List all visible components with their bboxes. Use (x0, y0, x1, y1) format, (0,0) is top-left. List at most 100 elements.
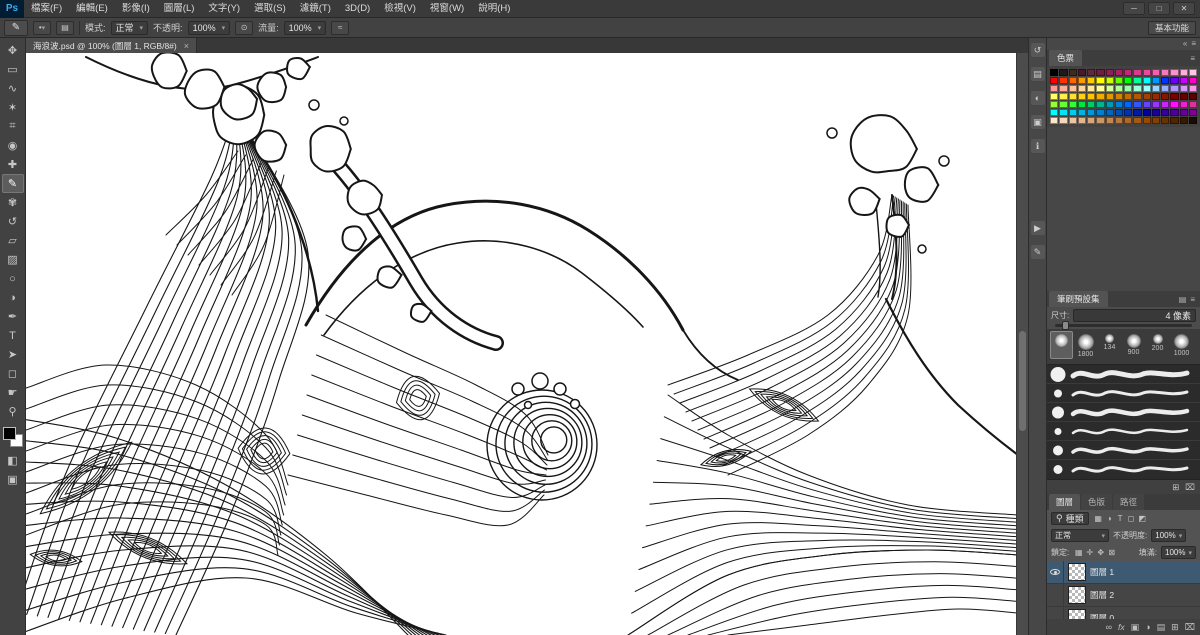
swatch[interactable] (1170, 109, 1178, 116)
swatch[interactable] (1078, 109, 1086, 116)
swatch[interactable] (1050, 69, 1058, 76)
slider-thumb[interactable] (1062, 321, 1069, 330)
swatch[interactable] (1189, 109, 1197, 116)
actions-panel-icon[interactable]: ▶ (1031, 221, 1045, 235)
menu-item[interactable]: 視窗(W) (423, 0, 471, 18)
menu-item[interactable]: 說明(H) (471, 0, 517, 18)
tab-色版[interactable]: 色版 (1081, 494, 1112, 510)
swatch[interactable] (1180, 85, 1188, 92)
swatch[interactable] (1161, 85, 1169, 92)
brush-size-slider[interactable] (1055, 324, 1192, 327)
history-panel-icon[interactable]: ↺ (1031, 43, 1045, 57)
rectangular-marquee-tool[interactable]: ▭ (2, 60, 24, 79)
swatch[interactable] (1124, 69, 1132, 76)
info-panel-icon[interactable]: ℹ (1031, 139, 1045, 153)
swatch[interactable] (1106, 117, 1114, 124)
swatch[interactable] (1124, 93, 1132, 100)
fill-select[interactable]: 100% ▾ (1161, 546, 1196, 559)
swatch[interactable] (1189, 101, 1197, 108)
swatch[interactable] (1161, 101, 1169, 108)
swatch[interactable] (1170, 69, 1178, 76)
swatch[interactable] (1133, 69, 1141, 76)
swatch[interactable] (1069, 77, 1077, 84)
swatch[interactable] (1180, 101, 1188, 108)
brush-preset-item[interactable] (1047, 422, 1200, 441)
swatch[interactable] (1180, 93, 1188, 100)
link-layers-button[interactable]: ∞ (1106, 622, 1112, 632)
swatch[interactable] (1115, 101, 1123, 108)
brush-preset-item[interactable] (1047, 441, 1200, 460)
adjustments-panel-icon[interactable]: ◐ (1031, 91, 1045, 105)
scrollbar-thumb[interactable] (1019, 331, 1026, 431)
swatch[interactable] (1115, 77, 1123, 84)
swatch[interactable] (1189, 77, 1197, 84)
swatch[interactable] (1189, 85, 1197, 92)
brush-preset-item[interactable] (1047, 384, 1200, 403)
swatch[interactable] (1087, 109, 1095, 116)
brush-preset-item[interactable] (1047, 365, 1200, 384)
menu-item[interactable]: 圖層(L) (157, 0, 202, 18)
swatch[interactable] (1059, 93, 1067, 100)
swatch[interactable] (1133, 77, 1141, 84)
properties-panel-icon[interactable]: ▤ (1031, 67, 1045, 81)
blend-mode-select[interactable]: 正常 ▾ (1051, 529, 1109, 542)
tab-brush-presets[interactable]: 筆刷預設集 (1049, 291, 1108, 307)
swatch[interactable] (1170, 77, 1178, 84)
lasso-tool[interactable]: ∿ (2, 79, 24, 98)
shape-layer-filter-icon[interactable]: ◻ (1126, 514, 1137, 523)
layer-thumbnail[interactable] (1068, 586, 1086, 604)
swatch[interactable] (1106, 85, 1114, 92)
menu-item[interactable]: 濾鏡(T) (293, 0, 338, 18)
swatch[interactable] (1133, 117, 1141, 124)
swatch[interactable] (1106, 69, 1114, 76)
layer-opacity-select[interactable]: 100% ▾ (1151, 529, 1186, 542)
brush-tip[interactable]: 1800 (1074, 331, 1097, 362)
swatch[interactable] (1180, 69, 1188, 76)
swatch[interactable] (1087, 93, 1095, 100)
layer-row[interactable]: 圖層 1 (1047, 561, 1200, 584)
swatch[interactable] (1152, 101, 1160, 108)
swatch[interactable] (1087, 77, 1095, 84)
dock-menu-icon[interactable]: ≡ (1191, 39, 1196, 49)
swatch[interactable] (1059, 85, 1067, 92)
brush-preset-picker[interactable]: •▾ (33, 21, 51, 35)
gradient-tool[interactable]: ▨ (2, 250, 24, 269)
swatch[interactable] (1124, 77, 1132, 84)
tool-presets-panel-icon[interactable]: ✎ (1031, 245, 1045, 259)
swatch[interactable] (1069, 101, 1077, 108)
type-layer-filter-icon[interactable]: T (1115, 514, 1126, 523)
swatch[interactable] (1152, 69, 1160, 76)
new-group-button[interactable]: ▤ (1157, 622, 1166, 633)
swatch[interactable] (1180, 109, 1188, 116)
layer-effects-button[interactable]: fx (1118, 622, 1125, 632)
swatch[interactable] (1069, 109, 1077, 116)
swatch[interactable] (1115, 85, 1123, 92)
swatch[interactable] (1124, 109, 1132, 116)
swatch[interactable] (1170, 101, 1178, 108)
swatch[interactable] (1170, 85, 1178, 92)
mode-select[interactable]: 正常▾ (111, 21, 149, 35)
swatch[interactable] (1106, 93, 1114, 100)
menu-item[interactable]: 影像(I) (115, 0, 157, 18)
swatch[interactable] (1096, 117, 1104, 124)
toggle-brush-panel-icon[interactable]: ▤ (56, 21, 74, 35)
eraser-tool[interactable]: ▱ (2, 231, 24, 250)
swatch[interactable] (1152, 109, 1160, 116)
canvas-artwork[interactable] (26, 53, 1016, 635)
swatch[interactable] (1152, 93, 1160, 100)
swatch[interactable] (1180, 77, 1188, 84)
swatch[interactable] (1050, 77, 1058, 84)
swatch[interactable] (1133, 85, 1141, 92)
swatch[interactable] (1096, 93, 1104, 100)
swatch[interactable] (1096, 77, 1104, 84)
quick-mask-button[interactable]: ◧ (2, 451, 24, 470)
tab-圖層[interactable]: 圖層 (1049, 494, 1080, 510)
swatch[interactable] (1050, 93, 1058, 100)
swatch[interactable] (1059, 77, 1067, 84)
close-tab-icon[interactable]: × (184, 41, 189, 51)
swatches-menu-icon[interactable]: ≡ (1190, 54, 1195, 64)
swatch[interactable] (1143, 69, 1151, 76)
lock-transparency-icon[interactable]: ▦ (1073, 548, 1084, 557)
swatch[interactable] (1124, 117, 1132, 124)
crop-tool[interactable]: ⌗ (2, 117, 24, 136)
